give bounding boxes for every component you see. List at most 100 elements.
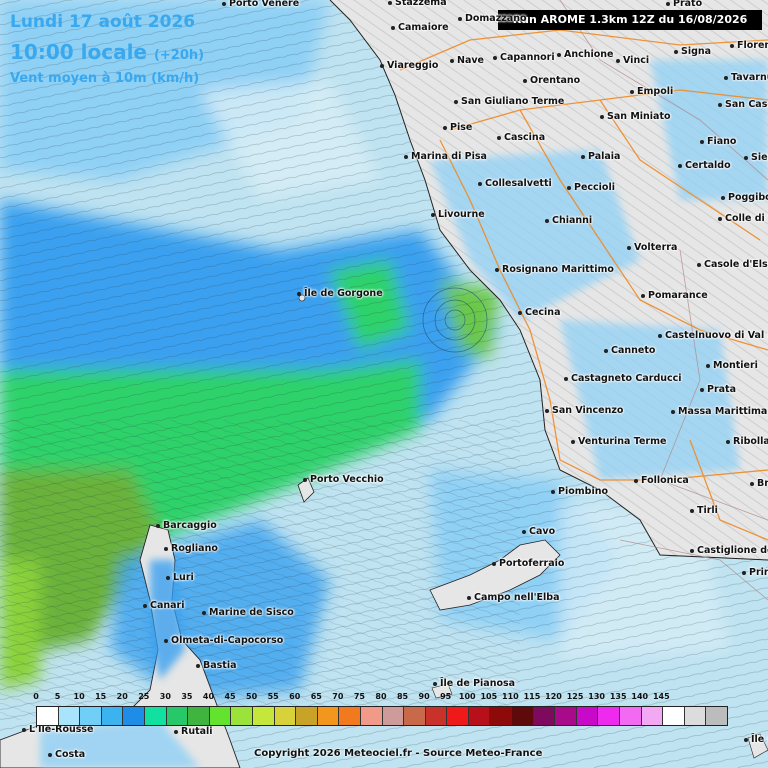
legend-tick-label: 145 bbox=[652, 692, 670, 701]
legend-tick-label: 0 bbox=[33, 692, 39, 701]
city-label: Castiglione della Pescaia bbox=[690, 545, 768, 556]
city-label: Cecina bbox=[518, 307, 560, 318]
city-label: Tirli bbox=[690, 505, 718, 516]
city-label: Castagneto Carducci bbox=[564, 373, 682, 384]
city-label: Île de Gorgone bbox=[297, 288, 383, 299]
city-label: Collesalvetti bbox=[478, 178, 552, 189]
city-label: Certaldo bbox=[678, 160, 731, 171]
forecast-date: Lundi 17 août 2026 bbox=[10, 12, 196, 32]
legend-swatch bbox=[58, 707, 81, 725]
city-label: Venturina Terme bbox=[571, 436, 666, 447]
forecast-time: 10:00 locale (+20h) bbox=[10, 40, 204, 64]
city-label: Campo nell'Elba bbox=[467, 592, 560, 603]
legend-swatch bbox=[360, 707, 383, 725]
city-label: Volterra bbox=[627, 242, 677, 253]
city-label: Empoli bbox=[630, 86, 673, 97]
legend-tick-label: 90 bbox=[418, 692, 430, 701]
legend-tick-label: 20 bbox=[116, 692, 128, 701]
city-label: San Vincenzo bbox=[545, 405, 623, 416]
legend-swatch bbox=[209, 707, 232, 725]
city-label: Siena bbox=[744, 152, 768, 163]
city-label: Domazzano bbox=[458, 13, 526, 24]
city-label: Nave bbox=[450, 55, 484, 66]
legend-ticks: 0 5 10 15 20 25 30 35 40 45 50 55 60 65 70 75 80 85 90 95 10… bbox=[33, 692, 732, 706]
city-label: Cascina bbox=[497, 132, 545, 143]
legend-tick-label: 125 bbox=[566, 692, 584, 701]
legend-tick-label: 5 bbox=[54, 692, 61, 701]
city-label: Canari bbox=[143, 600, 185, 611]
city-label: Porto Venere bbox=[222, 0, 299, 9]
legend-tick-label: 85 bbox=[396, 692, 409, 701]
legend-swatch bbox=[274, 707, 297, 725]
city-label: Vinci bbox=[616, 55, 649, 66]
legend-tick-label: 130 bbox=[588, 692, 605, 701]
legend-swatch bbox=[166, 707, 189, 725]
legend-tick-label: 25 bbox=[138, 692, 150, 701]
city-label: Poggibonsi bbox=[721, 192, 768, 203]
city-label: Luri bbox=[166, 572, 194, 583]
city-label: Bastia bbox=[196, 660, 237, 671]
legend-tick-label: 30 bbox=[159, 692, 171, 701]
legend-swatch bbox=[641, 707, 664, 725]
city-label: Chianni bbox=[545, 215, 592, 226]
legend-swatch bbox=[188, 707, 210, 725]
city-label: San Casciano bbox=[718, 99, 768, 110]
model-run-label: Run AROME 1.3km 12Z du 16/08/2026 bbox=[498, 10, 762, 30]
city-label: Castelnuovo di Val di Cecina bbox=[658, 330, 768, 341]
city-label: Porto Vecchio bbox=[303, 474, 384, 485]
city-label: Principina bbox=[742, 567, 768, 578]
city-label: Pise bbox=[443, 122, 472, 133]
legend-tick-label: 100 bbox=[458, 692, 476, 701]
city-label: Capannori bbox=[493, 52, 555, 63]
city-label: Follonica bbox=[634, 475, 689, 486]
city-label: Costa bbox=[48, 749, 85, 760]
city-label: Olmeta-di-Capocorso bbox=[164, 635, 283, 646]
legend-swatch bbox=[576, 707, 599, 725]
legend-swatch bbox=[706, 707, 727, 725]
city-label: Orentano bbox=[523, 75, 580, 86]
legend-tick-label: 10 bbox=[73, 692, 85, 701]
city-label: Palaia bbox=[581, 151, 620, 162]
legend-tick-label: 135 bbox=[609, 692, 627, 701]
legend-swatch bbox=[490, 707, 513, 725]
city-label: Marina di Pisa bbox=[404, 151, 487, 162]
legend-swatch bbox=[684, 707, 707, 725]
copyright-notice: Copyright 2026 Meteociel.fr - Source Met… bbox=[254, 748, 543, 759]
legend-swatch bbox=[317, 707, 340, 725]
city-label: Braccagni bbox=[750, 478, 768, 489]
city-label: Piombino bbox=[551, 486, 608, 497]
city-label: Fiano bbox=[700, 136, 736, 147]
legend-swatch bbox=[533, 707, 556, 725]
legend-tick-label: 60 bbox=[289, 692, 301, 701]
city-label: Cavo bbox=[522, 526, 555, 537]
legend-swatch bbox=[80, 707, 102, 725]
forecast-variable: Vent moyen à 10m (km/h) bbox=[10, 71, 200, 86]
city-label: Massa Marittima bbox=[671, 406, 767, 417]
city-label: Tavarnuzze bbox=[724, 72, 768, 83]
city-label: Montieri bbox=[706, 360, 758, 371]
city-label: Marine de Sisco bbox=[202, 607, 294, 618]
legend-swatch bbox=[252, 707, 275, 725]
city-label: Signa bbox=[674, 46, 711, 57]
legend-colorbar bbox=[36, 706, 728, 726]
legend-swatch bbox=[123, 707, 145, 725]
legend-swatch bbox=[447, 707, 469, 725]
wind-speed-legend: 0 5 10 15 20 25 30 35 40 45 50 55 60 65 70 75 80 85 90 95 10… bbox=[33, 692, 732, 726]
city-label: San Miniato bbox=[600, 111, 671, 122]
weather-map: Lundi 17 août 2026 10:00 locale (+20h) V… bbox=[0, 0, 768, 768]
city-label: Canneto bbox=[604, 345, 655, 356]
legend-swatch bbox=[663, 707, 685, 725]
city-label: San Giuliano Terme bbox=[454, 96, 564, 107]
city-label: Casole d'Elsa bbox=[697, 259, 768, 270]
city-label: Anchione bbox=[557, 49, 614, 60]
legend-tick-label: 120 bbox=[545, 692, 562, 701]
city-label: Camaiore bbox=[391, 22, 449, 33]
city-label: Rosignano Marittimo bbox=[495, 264, 614, 275]
city-label: Colle di Val d'Elsa bbox=[718, 213, 768, 224]
legend-tick-label: 110 bbox=[502, 692, 519, 701]
legend-swatch bbox=[231, 707, 253, 725]
legend-swatch bbox=[339, 707, 361, 725]
legend-swatch bbox=[598, 707, 621, 725]
legend-swatch bbox=[468, 707, 491, 725]
legend-tick-label: 95 bbox=[440, 692, 452, 701]
